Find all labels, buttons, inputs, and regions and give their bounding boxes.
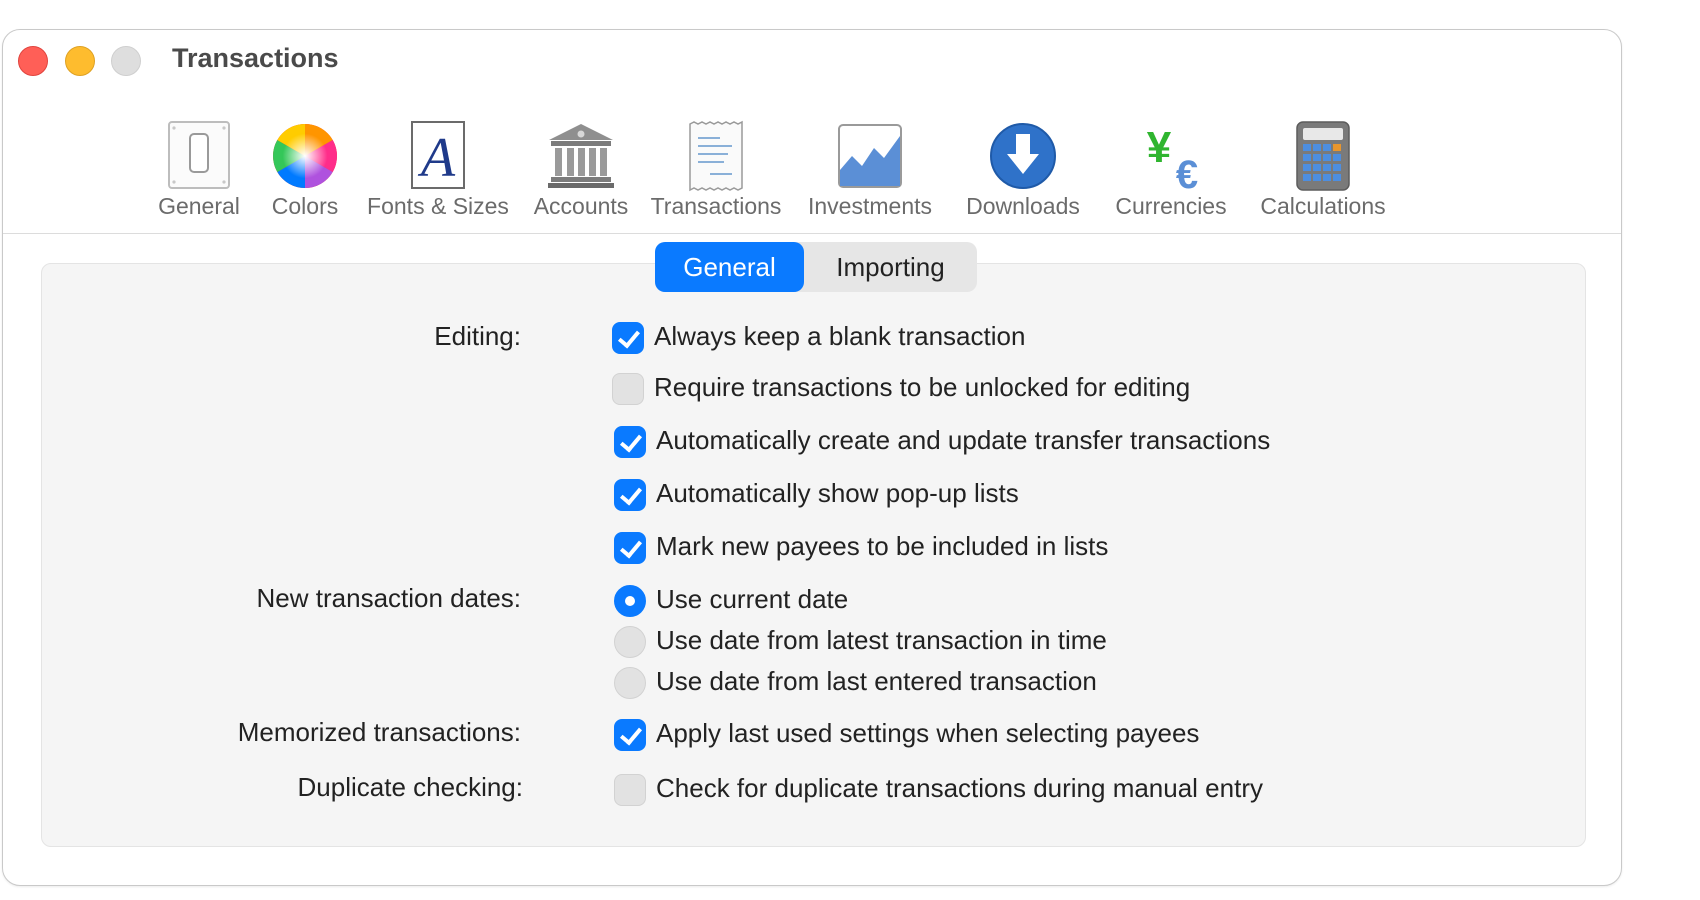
window-title: Transactions — [172, 43, 339, 73]
chart-icon — [838, 124, 902, 188]
receipt-icon — [689, 120, 743, 192]
toolbar-label: Downloads — [966, 193, 1080, 219]
toolbar-label: Currencies — [1115, 193, 1227, 219]
preferences-window: Transactions General Colors A Fonts & Si… — [2, 29, 1622, 886]
currency-icon: ¥ € — [1147, 123, 1198, 192]
tab-bar: General Importing — [655, 242, 977, 292]
toolbar-item-calculations[interactable]: Calculations — [1245, 90, 1401, 225]
radio-button[interactable] — [614, 667, 646, 699]
preferences-toolbar: General Colors A Fonts & Sizes Accounts … — [3, 90, 1621, 234]
memorized-label: Memorized transactions: — [237, 717, 521, 747]
close-button[interactable] — [18, 46, 48, 76]
toolbar-item-colors[interactable]: Colors — [255, 90, 355, 225]
toolbar-item-transactions[interactable]: Transactions — [641, 90, 791, 225]
minimize-button[interactable] — [65, 46, 95, 76]
zoom-button[interactable] — [111, 46, 141, 76]
toolbar-item-accounts[interactable]: Accounts — [521, 90, 641, 225]
download-icon — [990, 123, 1056, 189]
radio-button[interactable] — [614, 585, 646, 617]
general-icon — [168, 121, 230, 189]
bank-icon — [548, 124, 614, 188]
dates-label: New transaction dates: — [256, 583, 521, 613]
svg-text:€: € — [1176, 153, 1198, 192]
toolbar-item-currencies[interactable]: ¥ € Currencies — [1097, 90, 1245, 225]
editing-label: Editing: — [434, 321, 521, 351]
toolbar-item-investments[interactable]: Investments — [791, 90, 949, 225]
checkbox[interactable] — [614, 479, 646, 511]
duplicate-label: Duplicate checking: — [297, 772, 523, 802]
checkbox[interactable] — [614, 774, 646, 806]
toolbar-label: Transactions — [650, 193, 782, 219]
toolbar-label: Fonts & Sizes — [367, 193, 509, 219]
toolbar-item-general[interactable]: General — [143, 90, 255, 225]
checkbox[interactable] — [612, 373, 644, 405]
colors-icon — [273, 124, 337, 188]
fonts-icon: A — [411, 121, 465, 189]
radio-button[interactable] — [614, 626, 646, 658]
toolbar-label: General — [158, 193, 240, 219]
toolbar-item-downloads[interactable]: Downloads — [949, 90, 1097, 225]
toolbar-label: Investments — [808, 193, 932, 219]
svg-text:A: A — [417, 127, 456, 189]
checkbox[interactable] — [612, 322, 644, 354]
checkbox[interactable] — [614, 719, 646, 751]
svg-text:¥: ¥ — [1147, 123, 1172, 172]
tab-importing[interactable]: Importing — [804, 242, 977, 292]
tab-general[interactable]: General — [655, 242, 804, 292]
calculator-icon — [1296, 121, 1350, 191]
checkbox[interactable] — [614, 426, 646, 458]
toolbar-label: Accounts — [533, 193, 629, 219]
toolbar-label: Colors — [271, 193, 339, 219]
toolbar-label: Calculations — [1260, 193, 1386, 219]
toolbar-item-fonts-sizes[interactable]: A Fonts & Sizes — [355, 90, 521, 225]
checkbox[interactable] — [614, 532, 646, 564]
